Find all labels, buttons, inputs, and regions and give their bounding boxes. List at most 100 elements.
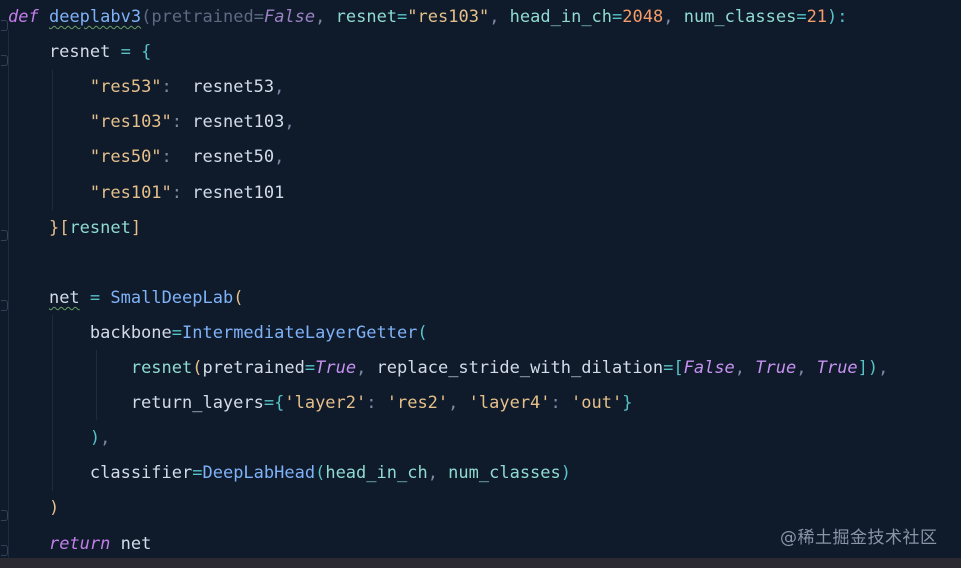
code-token: , xyxy=(274,77,285,98)
fold-marker[interactable] xyxy=(1,55,8,66)
code-line[interactable]: "res101": resnet101 xyxy=(8,176,285,211)
code-line[interactable]: classifier=DeepLabHead(head_in_ch, num_c… xyxy=(8,456,571,491)
code-token: = xyxy=(796,7,807,27)
code-token: : xyxy=(171,112,193,133)
code-token: = xyxy=(612,7,623,27)
code-token: SmallDeepLab xyxy=(110,287,234,308)
code-line[interactable]: resnet(pretrained=True, replace_stride_w… xyxy=(8,351,889,386)
code-token: resnet53 xyxy=(192,77,275,98)
code-line[interactable]: ) xyxy=(8,491,59,526)
code-token: = xyxy=(192,463,203,484)
code-token: ( xyxy=(417,322,428,343)
code-token: backbone xyxy=(8,322,172,343)
code-token: ) xyxy=(560,463,572,484)
code-token: True xyxy=(816,358,858,378)
code-token: "res103" xyxy=(407,7,490,27)
code-token: : xyxy=(171,182,193,203)
code-token: , xyxy=(489,7,510,27)
code-token: = xyxy=(171,322,183,343)
code-line[interactable]: "res53": resnet53, xyxy=(8,70,285,105)
code-token: resnet xyxy=(130,358,193,378)
code-token: IntermediateLayerGetter xyxy=(182,322,418,343)
code-token: "res101" xyxy=(89,182,172,203)
code-token: head_in_ch xyxy=(509,7,613,27)
code-line[interactable]: net = SmallDeepLab( xyxy=(8,281,244,316)
code-token: ( xyxy=(315,463,326,484)
code-token: , xyxy=(448,393,469,414)
code-token: = xyxy=(397,7,408,27)
code-token: head_in_ch xyxy=(325,463,428,484)
code-token: return_layers xyxy=(8,393,264,414)
code-token: True xyxy=(315,358,357,378)
code-token: pretrained xyxy=(202,358,305,378)
code-token: True xyxy=(755,358,797,378)
code-token: resnet50 xyxy=(192,147,275,168)
code-token: : xyxy=(366,393,387,414)
horizontal-scrollbar-track[interactable] xyxy=(0,558,961,568)
code-token: , xyxy=(878,358,889,378)
code-token: , xyxy=(356,358,377,378)
fold-marker[interactable] xyxy=(1,300,8,311)
code-token: 'out' xyxy=(571,393,623,414)
code-token: resnet103 xyxy=(192,112,285,133)
code-line[interactable]: resnet = { xyxy=(8,35,151,70)
code-token: return xyxy=(48,533,111,554)
code-token: ) xyxy=(89,428,101,449)
code-token: "res103" xyxy=(89,112,172,133)
code-line[interactable]: return_layers={'layer2': 'res2', 'layer4… xyxy=(8,386,633,421)
code-token: deeplabv3 xyxy=(48,7,142,27)
code-token: "res50" xyxy=(89,147,162,168)
code-token: ( xyxy=(192,358,203,378)
code-line[interactable]: }[resnet] xyxy=(8,211,141,246)
code-editor[interactable]: def deeplabv3(pretrained=False, resnet="… xyxy=(0,0,961,568)
code-token: ): xyxy=(827,7,848,27)
code-line[interactable]: backbone=IntermediateLayerGetter( xyxy=(8,316,428,351)
code-token: 'res2' xyxy=(386,393,449,414)
code-token: } xyxy=(622,393,633,414)
code-line[interactable]: ), xyxy=(8,421,111,456)
fold-marker[interactable] xyxy=(1,230,8,241)
code-token: ( xyxy=(141,7,152,27)
code-token: ) xyxy=(48,498,60,519)
code-token: resnet101 xyxy=(192,182,285,203)
fold-marker[interactable] xyxy=(1,545,8,556)
code-line[interactable]: return net xyxy=(8,527,151,562)
code-token: 21 xyxy=(806,7,828,27)
code-token: , xyxy=(663,7,684,27)
code-token: , xyxy=(796,358,817,378)
code-token: 2048 xyxy=(622,7,664,27)
code-line[interactable]: "res103": resnet103, xyxy=(8,105,295,140)
code-token: = xyxy=(253,7,264,27)
code-token: pretrained xyxy=(151,7,254,27)
code-token: ={ xyxy=(263,393,285,414)
code-token: "res53" xyxy=(89,77,162,98)
fold-marker[interactable] xyxy=(1,510,8,521)
code-token: , xyxy=(274,147,285,168)
code-token: resnet xyxy=(69,217,131,238)
code-token: : xyxy=(161,77,193,98)
code-token: DeepLabHead xyxy=(202,463,316,484)
code-line[interactable]: "res50": resnet50, xyxy=(8,140,285,175)
fold-marker[interactable] xyxy=(1,20,8,31)
code-token: resnet xyxy=(8,42,121,63)
code-token: = { xyxy=(120,42,152,63)
code-token: =[ xyxy=(663,358,684,378)
code-token: ( xyxy=(233,287,244,308)
code-line[interactable]: def deeplabv3(pretrained=False, resnet="… xyxy=(8,0,848,35)
watermark-text: @稀土掘金技术社区 xyxy=(780,528,938,548)
code-token: False xyxy=(683,358,735,378)
code-token: net xyxy=(48,287,80,308)
code-token: }[ xyxy=(48,217,70,238)
code-token: replace_stride_with_dilation xyxy=(376,358,664,378)
code-token: def xyxy=(8,7,39,27)
code-token: 'layer2' xyxy=(284,393,367,414)
code-token: , xyxy=(284,112,295,133)
